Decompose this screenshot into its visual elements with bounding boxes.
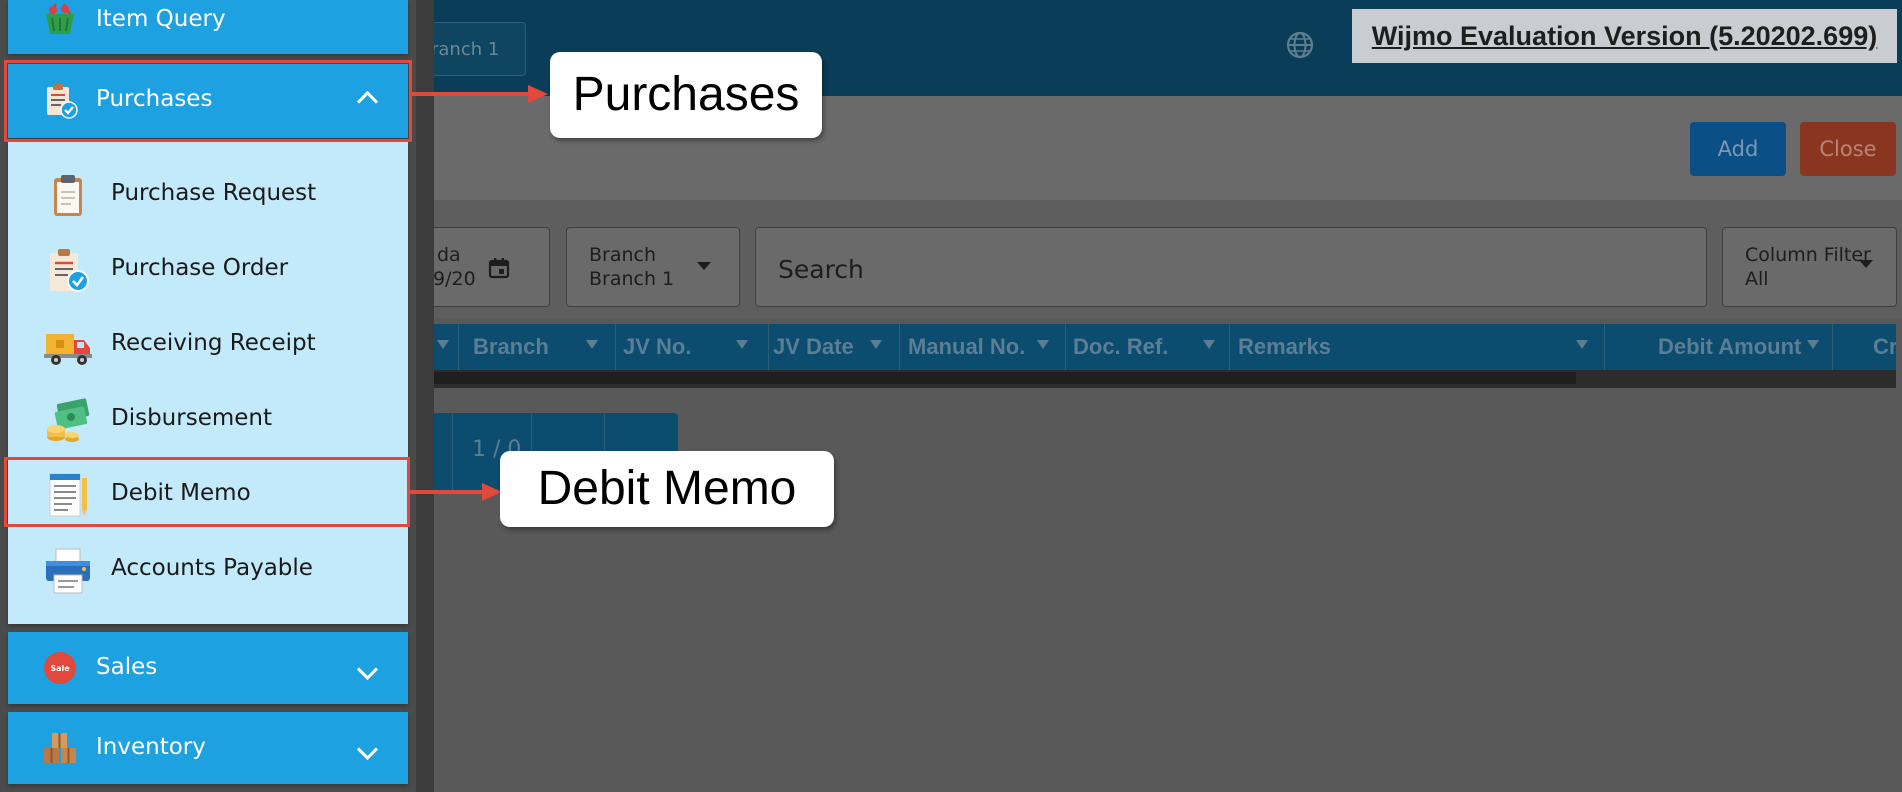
sidebar-item-label: Sales: [96, 654, 158, 680]
submenu-item-accounts-payable[interactable]: Accounts Payable: [8, 535, 408, 605]
filter-icon[interactable]: [437, 340, 449, 349]
submenu-item-purchase-order[interactable]: Purchase Order: [8, 235, 408, 305]
purchases-submenu: Purchase Request Purchase Order Receivin…: [8, 142, 408, 624]
debit-memo-callout: Debit Memo: [500, 451, 834, 527]
debit-memo-arrow: [410, 483, 502, 501]
chevron-down-icon[interactable]: [356, 738, 379, 761]
submenu-item-disbursement[interactable]: Disbursement: [8, 385, 408, 455]
grid-header: Branch JV No. JV Date Manual No. Doc. Re…: [416, 324, 1896, 370]
sidebar-item-label: Item Query: [96, 6, 226, 32]
column-separator: [899, 324, 900, 370]
column-header-debit-amount[interactable]: Debit Amount: [1658, 324, 1801, 370]
sale-badge-text: Sale: [50, 664, 70, 673]
sale-tag-icon: Sale: [44, 652, 76, 684]
column-separator: [1604, 324, 1605, 370]
purchases-arrow: [412, 85, 548, 103]
wijmo-evaluation-banner[interactable]: Wijmo Evaluation Version (5.20202.699): [1352, 9, 1897, 63]
column-header-jv-no[interactable]: JV No.: [623, 324, 691, 370]
sidebar-item-item-query[interactable]: Item Query: [8, 0, 408, 54]
clipboard-icon: [54, 175, 82, 216]
column-header-jv-date[interactable]: JV Date: [773, 324, 854, 370]
submenu-item-label: Purchase Order: [111, 255, 289, 281]
submenu-item-purchase-request[interactable]: Purchase Request: [8, 160, 408, 230]
filter-icon[interactable]: [1807, 340, 1819, 349]
column-separator: [1065, 324, 1066, 370]
close-button[interactable]: Close: [1800, 122, 1896, 176]
delivery-truck-icon: [44, 334, 92, 365]
app-screen: ranch 1 Wijmo Evaluation Version (5.2020…: [0, 0, 1902, 792]
column-header-credit[interactable]: Cr: [1873, 324, 1896, 370]
chevron-down-icon: [697, 262, 711, 270]
chevron-down-icon[interactable]: [356, 658, 379, 681]
submenu-item-label: Receiving Receipt: [111, 330, 316, 356]
grid-horizontal-scrollbar[interactable]: [416, 370, 1896, 388]
scrollbar-thumb[interactable]: [416, 372, 1576, 384]
column-filter-value: All: [1745, 268, 1769, 290]
money-stack-icon: [47, 398, 90, 442]
sidebar-item-sales[interactable]: Sale Sales: [8, 632, 408, 704]
column-separator: [458, 324, 459, 370]
sidebar-item-label: Inventory: [96, 734, 206, 760]
filter-icon[interactable]: [736, 340, 748, 349]
column-filter-label: Column Filter: [1745, 244, 1871, 266]
sidebar-item-inventory[interactable]: Inventory: [8, 712, 408, 784]
debit-memo-highlight-box: [4, 457, 410, 527]
filter-icon[interactable]: [870, 340, 882, 349]
globe-icon[interactable]: [1285, 30, 1315, 60]
sidebar-shadow: [416, 0, 434, 792]
column-separator: [768, 324, 769, 370]
column-header-remarks[interactable]: Remarks: [1238, 324, 1331, 370]
column-header-manual-no[interactable]: Manual No.: [908, 324, 1025, 370]
search-input[interactable]: Search: [755, 227, 1707, 307]
submenu-item-label: Disbursement: [111, 405, 272, 431]
column-header-doc-ref[interactable]: Doc. Ref.: [1073, 324, 1168, 370]
purchases-highlight-box: [4, 60, 412, 142]
branch-select-label: Branch: [589, 244, 657, 266]
filter-icon[interactable]: [1203, 340, 1215, 349]
purchases-callout: Purchases: [550, 52, 822, 138]
column-separator: [615, 324, 616, 370]
filter-icon[interactable]: [1037, 340, 1049, 349]
column-header-branch[interactable]: Branch: [473, 324, 549, 370]
column-filter-select[interactable]: Column Filter All: [1722, 227, 1897, 307]
branch-select-value: Branch 1: [589, 268, 675, 290]
submenu-item-receiving-receipt[interactable]: Receiving Receipt: [8, 310, 408, 380]
chevron-down-icon: [1859, 260, 1873, 268]
boxes-icon: [44, 733, 76, 763]
add-button[interactable]: Add: [1690, 122, 1786, 176]
search-placeholder: Search: [778, 255, 864, 284]
column-separator: [1832, 324, 1833, 370]
submenu-item-label: Accounts Payable: [111, 555, 313, 581]
calendar-icon[interactable]: [487, 256, 511, 280]
branch-select[interactable]: Branch Branch 1: [566, 227, 740, 307]
date-filter-value: 9/20: [433, 268, 476, 290]
filter-icon[interactable]: [1576, 340, 1588, 349]
filter-icon[interactable]: [586, 340, 598, 349]
date-filter-label: da: [437, 244, 461, 266]
column-separator: [1229, 324, 1230, 370]
submenu-item-label: Purchase Request: [111, 180, 317, 206]
order-check-icon: [50, 249, 89, 292]
date-filter[interactable]: da 9/20: [416, 227, 550, 307]
basket-icon: [46, 3, 74, 34]
printer-icon: [46, 548, 90, 594]
